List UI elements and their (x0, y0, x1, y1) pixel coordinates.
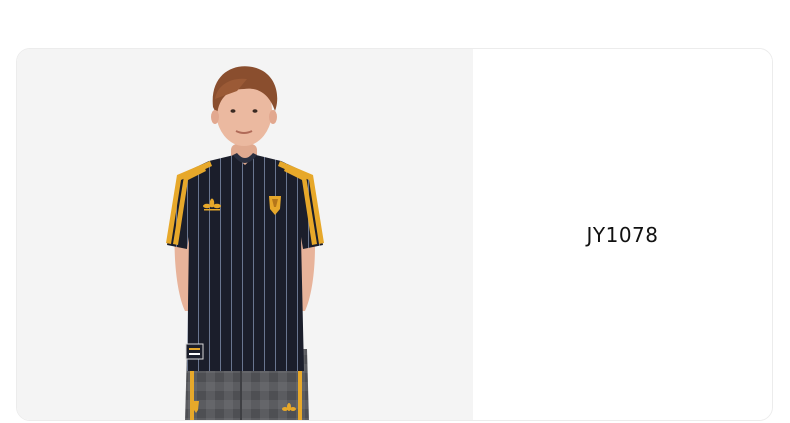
product-card[interactable]: JY1078 (16, 48, 773, 421)
product-sku: JY1078 (586, 222, 659, 247)
jersey-photo-illustration (166, 66, 324, 420)
model-head (211, 66, 278, 146)
jersey (166, 153, 324, 371)
hem-label-icon (185, 343, 204, 360)
product-image[interactable] (17, 49, 473, 420)
product-info-pane: JY1078 (473, 49, 772, 420)
